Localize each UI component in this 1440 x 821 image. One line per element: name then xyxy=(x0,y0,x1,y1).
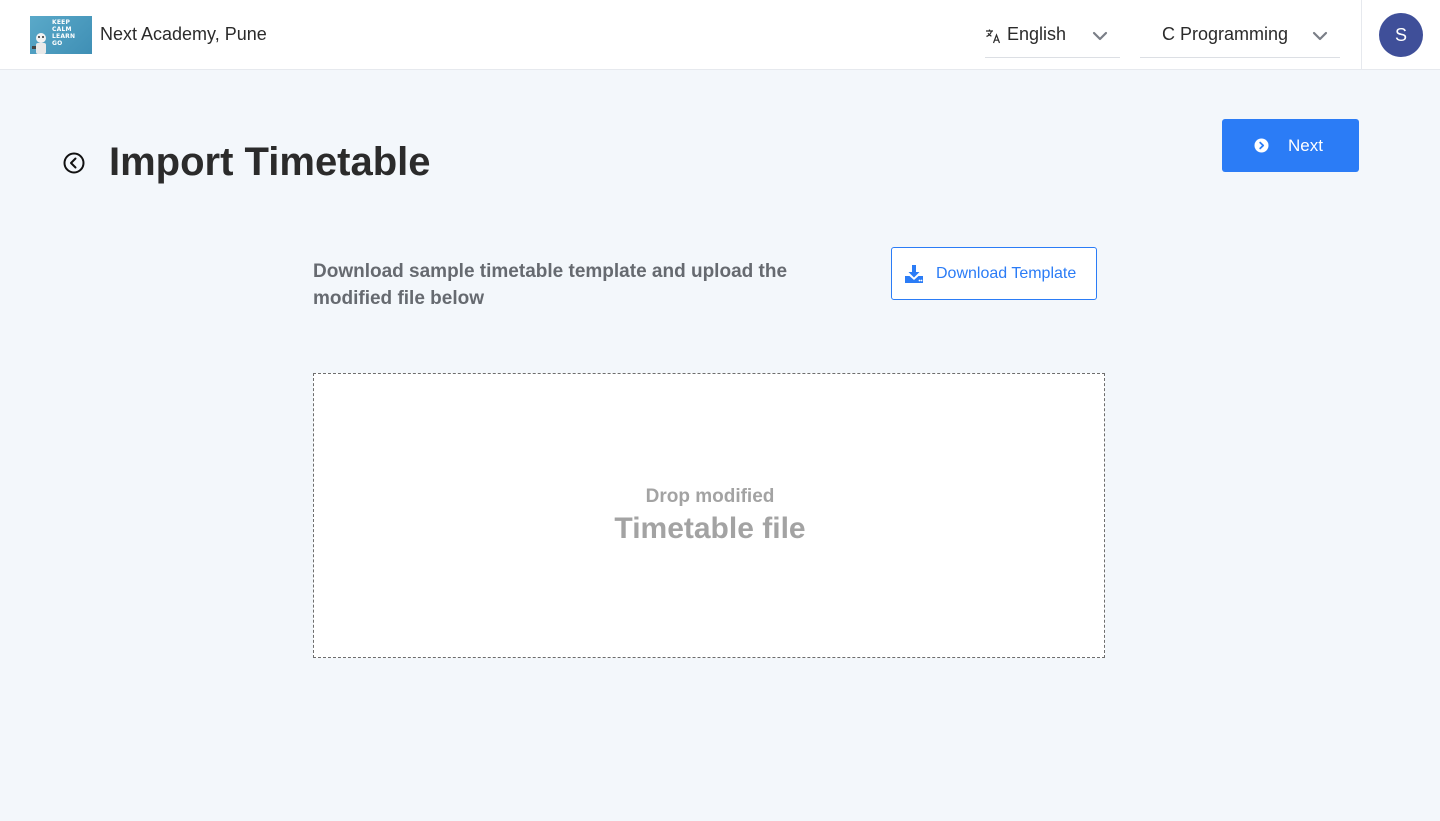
page-title: Import Timetable xyxy=(109,140,431,184)
user-avatar[interactable]: S xyxy=(1379,13,1423,57)
organization-name: Next Academy, Pune xyxy=(100,24,267,44)
drop-zone-line1: Drop modified xyxy=(645,486,775,507)
download-template-button[interactable]: Download Template xyxy=(891,247,1097,300)
header-divider xyxy=(1361,0,1362,70)
download-icon xyxy=(905,265,923,283)
instruction-text: Download sample timetable template and u… xyxy=(313,261,788,309)
organization-logo[interactable]: KEEP CALM LEARN GO xyxy=(30,16,92,54)
logo-figure-icon xyxy=(32,33,46,54)
language-value: English xyxy=(1007,24,1067,44)
logo-text: KEEP CALM LEARN GO xyxy=(52,19,76,47)
next-button-label: Next xyxy=(1288,136,1323,155)
language-select[interactable]: English xyxy=(985,16,1120,58)
course-value: C Programming xyxy=(1162,24,1289,44)
next-button[interactable]: Next xyxy=(1222,119,1359,172)
download-template-label: Download Template xyxy=(936,265,1077,282)
drop-zone-line2: Timetable file xyxy=(614,512,806,545)
chevron-down-icon xyxy=(1312,31,1328,41)
course-select[interactable]: C Programming xyxy=(1140,16,1340,58)
chevron-right-circle-icon xyxy=(1254,138,1269,153)
top-bar: KEEP CALM LEARN GO Next Academy, Pune En… xyxy=(0,0,1440,70)
chevron-down-icon xyxy=(1092,31,1108,41)
drop-zone-content: Drop modified Timetable file xyxy=(326,374,1094,657)
back-arrow-icon[interactable] xyxy=(63,152,85,174)
translate-icon xyxy=(986,29,1001,44)
file-drop-zone[interactable]: Drop modified Timetable file xyxy=(313,373,1105,658)
